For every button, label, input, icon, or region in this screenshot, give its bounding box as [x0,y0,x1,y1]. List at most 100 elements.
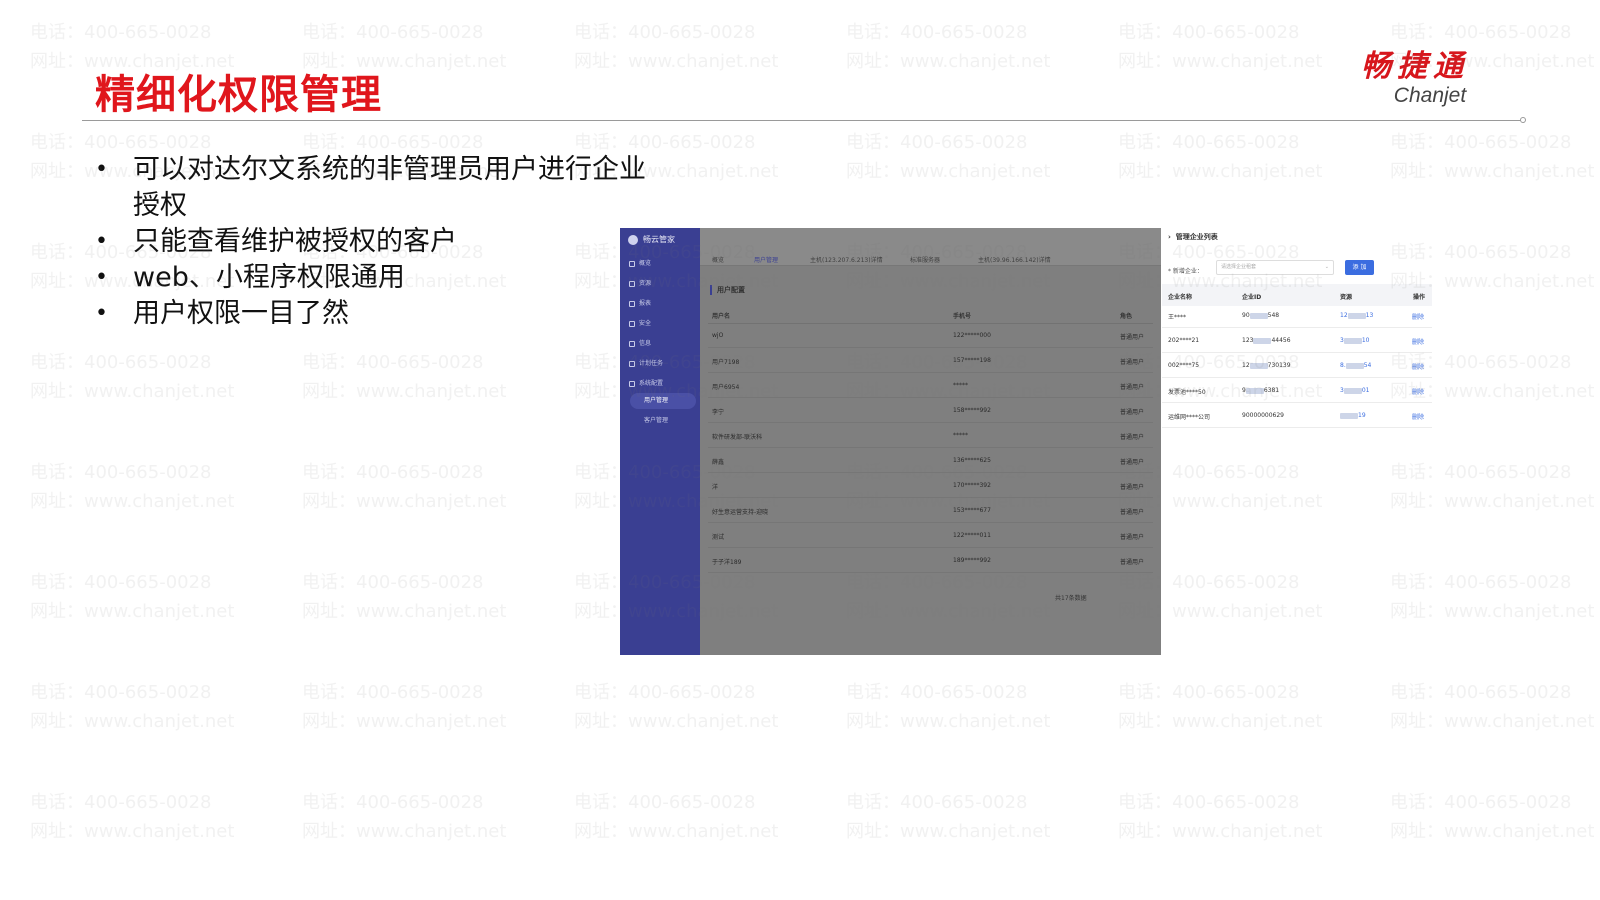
cell-phone: 157*****198 [953,357,991,364]
company-id-head: 90 [1242,312,1250,319]
table-row-divider [708,572,1153,573]
resource-tail: 10 [1361,337,1370,344]
watermark-site: 网址：www.chanjet.net [1118,51,1323,72]
table-total-count: 共17条数据 [1055,595,1087,602]
watermark-text: 电话：400-665-0028 网址：www.chanjet.net [846,128,1050,186]
watermark-phone: 电话：400-665-0028 [574,792,756,813]
sidebar-item-security[interactable]: 安全 [629,318,651,327]
cell-username: 于子洋189 [712,559,742,566]
bullet-item: 用户权限一目了然 [95,296,655,332]
column-header-phone: 手机号 [953,313,972,320]
resource-tail: 54 [1363,362,1372,369]
delete-link[interactable]: 删除 [1412,412,1424,421]
slide-title: 精细化权限管理 [95,72,382,118]
redacted-mask [1249,362,1268,369]
redacted-mask [1340,412,1358,419]
shield-icon [629,320,635,327]
watermark-text: 电话：400-665-0028 网址：www.chanjet.net [30,458,234,516]
sidebar-item-user-management[interactable]: 用户管理 [630,393,696,409]
sidebar-brand: 畅云管家 [628,234,675,245]
watermark-text: 电话：400-665-0028 网址：www.chanjet.net [1390,568,1594,626]
watermark-site: 网址：www.chanjet.net [846,711,1051,732]
add-company-button[interactable]: 添 加 [1345,260,1374,275]
watermark-phone: 电话：400-665-0028 [1390,682,1572,703]
cell-username: 用户6954 [712,384,740,391]
watermark-phone: 电话：400-665-0028 [302,352,484,373]
watermark-site: 网址：www.chanjet.net [30,821,235,842]
cell-role: 普通用户 [1120,434,1145,441]
cell-phone: 122*****011 [953,532,991,539]
tab-host-2[interactable]: 主机(39.96.166.142)详情 [978,255,1051,264]
cell-resources[interactable]: 12 13 [1340,312,1373,319]
section-title: 用户配置 [710,285,745,295]
cell-resources[interactable]: 19 [1340,412,1366,419]
gear-icon [629,380,635,387]
cell-phone: 170*****392 [953,482,991,489]
cell-resources[interactable]: 3 10 [1340,337,1369,344]
table-row-divider [1162,427,1432,428]
redacted-mask [1347,312,1366,319]
user-config-screenshot: 畅云管家 概览 资源 报表 安全 信息 计划任务 系统配置 用户管理 客户管理 … [620,228,1161,655]
delete-link[interactable]: 删除 [1412,362,1424,371]
cell-role: 普通用户 [1120,334,1145,341]
watermark-site: 网址：www.chanjet.net [1390,821,1595,842]
watermark-text: 电话：400-665-0028 网址：www.chanjet.net [302,458,506,516]
watermark-phone: 电话：400-665-0028 [1390,572,1572,593]
sidebar-item-messages[interactable]: 信息 [629,338,651,347]
watermark-text: 电话：400-665-0028 网址：www.chanjet.net [1118,18,1322,76]
delete-link[interactable]: 删除 [1412,312,1424,321]
chart-icon [629,300,635,307]
watermark-site: 网址：www.chanjet.net [30,491,235,512]
watermark-phone: 电话：400-665-0028 [302,462,484,483]
cell-role: 普通用户 [1120,559,1145,566]
brand-name: 畅云管家 [643,235,675,244]
watermark-text: 电话：400-665-0028 网址：www.chanjet.net [1390,678,1594,736]
tab-user-management[interactable]: 用户管理 [754,255,778,264]
chevron-right-icon: › [1168,233,1176,241]
cell-phone: 158*****992 [953,407,991,414]
cell-username: 软件研发部-联沃科 [712,434,763,441]
sidebar-item-tasks[interactable]: 计划任务 [629,358,663,367]
cell-role: 普通用户 [1120,484,1145,491]
delete-link[interactable]: 删除 [1412,387,1424,396]
cell-company-name: 002****75 [1168,362,1200,369]
company-id-head: 90000000629 [1242,412,1284,419]
watermark-phone: 电话：400-665-0028 [30,572,212,593]
tab-standard-server[interactable]: 标准服务器 [910,255,940,264]
column-header-company-id: 企业ID [1242,294,1262,301]
watermark-site: 网址：www.chanjet.net [1118,711,1323,732]
watermark-site: 网址：www.chanjet.net [302,381,507,402]
watermark-phone: 电话：400-665-0028 [30,352,212,373]
watermark-text: 电话：400-665-0028 网址：www.chanjet.net [1118,128,1322,186]
sidebar-item-resources[interactable]: 资源 [629,278,651,287]
delete-link[interactable]: 删除 [1412,337,1424,346]
cell-username: 测试 [712,534,725,541]
watermark-phone: 电话：400-665-0028 [302,682,484,703]
watermark-text: 电话：400-665-0028 网址：www.chanjet.net [30,678,234,736]
company-table-header [1162,284,1432,306]
calendar-icon [629,360,635,367]
watermark-text: 电话：400-665-0028 网址：www.chanjet.net [30,568,234,626]
company-select[interactable]: 请选择企业租套 ⌄ [1216,260,1334,275]
cell-username: wjO [712,332,724,339]
sidebar-item-settings[interactable]: 系统配置 [629,378,663,387]
sidebar-item-reports[interactable]: 报表 [629,298,651,307]
cell-resources[interactable]: 3 01 [1340,387,1369,394]
watermark-site: 网址：www.chanjet.net [574,51,779,72]
watermark-site: 网址：www.chanjet.net [846,51,1051,72]
watermark-site: 网址：www.chanjet.net [574,711,779,732]
cell-role: 普通用户 [1120,459,1145,466]
company-list-screenshot: › 管理企业列表 * 新增企业： 请选择企业租套 ⌄ 添 加 企业名称 企业ID … [1162,228,1432,438]
sidebar-item-customer-management[interactable]: 客户管理 [630,413,696,429]
watermark-text: 电话：400-665-0028 网址：www.chanjet.net [574,788,778,846]
watermark-phone: 电话：400-665-0028 [1390,132,1572,153]
cell-resources[interactable]: 8. 54 [1340,362,1371,369]
tab-host-1[interactable]: 主机(123.207.6.213)详情 [810,255,883,264]
tab-overview[interactable]: 概览 [712,255,724,264]
watermark-text: 电话：400-665-0028 网址：www.chanjet.net [302,678,506,736]
table-row-divider [708,447,1153,448]
watermark-phone: 电话：400-665-0028 [302,792,484,813]
sidebar-item-overview[interactable]: 概览 [629,258,651,267]
watermark-site: 网址：www.chanjet.net [846,821,1051,842]
logo-en-text: Chanjet [1393,84,1467,107]
